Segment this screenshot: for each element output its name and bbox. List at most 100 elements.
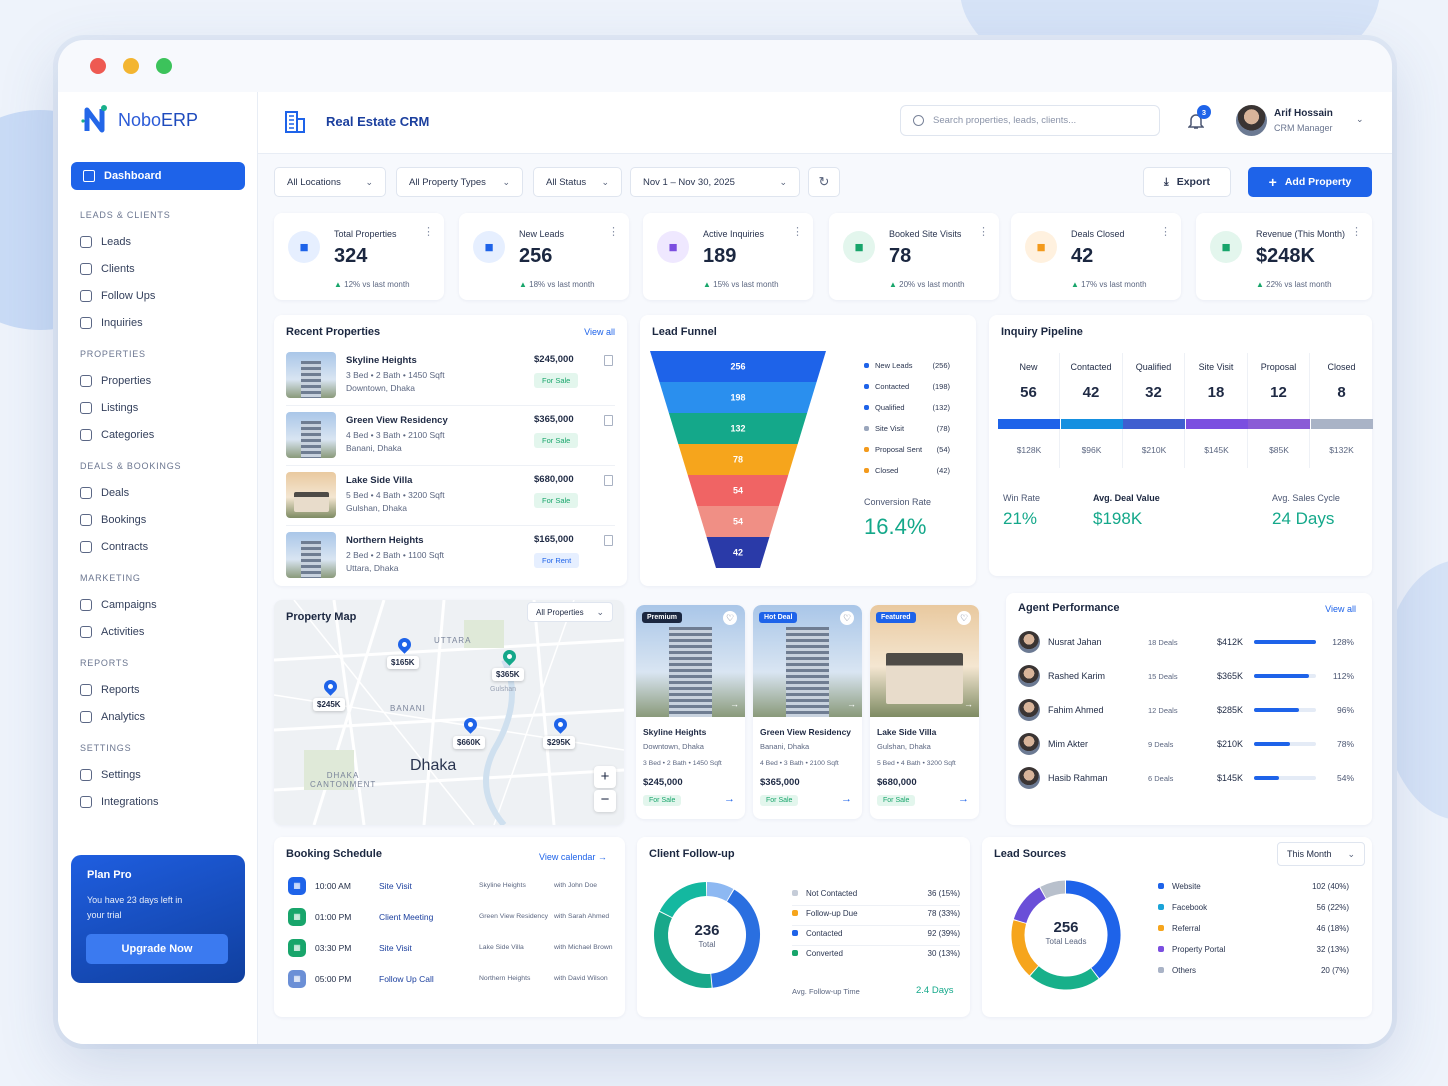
search-input[interactable]: Search properties, leads, clients... bbox=[900, 105, 1160, 136]
sidebar-item-reports[interactable]: Reports bbox=[80, 680, 140, 700]
pipeline-stage[interactable]: Contacted 42 $96K bbox=[1060, 353, 1123, 468]
add-property-button[interactable]: + Add Property bbox=[1248, 167, 1372, 197]
pipeline-stage[interactable]: New 56 $128K bbox=[998, 353, 1060, 468]
list-item[interactable]: ▦ 10:00 AM Site Visit Skyline Heights wi… bbox=[286, 874, 616, 898]
maximize-dot[interactable] bbox=[156, 58, 172, 74]
location-filter[interactable]: All Locations ⌄ bbox=[274, 167, 386, 197]
table-row[interactable]: Rashed Karim 15 Deals $365K 112% bbox=[1018, 663, 1360, 689]
arrow-right-icon[interactable]: → bbox=[847, 699, 856, 709]
arrow-right-icon[interactable]: → bbox=[730, 699, 739, 709]
bookmark-icon[interactable] bbox=[604, 355, 613, 366]
heart-icon[interactable]: ♡ bbox=[957, 611, 971, 625]
sidebar-item-campaigns[interactable]: Campaigns bbox=[80, 595, 157, 615]
sidebar-item-activities[interactable]: Activities bbox=[80, 622, 144, 642]
sidebar-item-deals[interactable]: Deals bbox=[80, 483, 129, 503]
list-item[interactable]: Green View Residency 4 Bed • 3 Bath • 21… bbox=[286, 412, 615, 466]
user-menu[interactable]: Arif Hossain CRM Manager ⌄ bbox=[1236, 104, 1366, 138]
table-row[interactable]: Nusrat Jahan 18 Deals $412K 128% bbox=[1018, 629, 1360, 655]
featured-property-card[interactable]: Premium ♡ → Skyline Heights Downtown, Dh… bbox=[636, 605, 745, 819]
featured-property-card[interactable]: Featured ♡ → Lake Side Villa Gulshan, Dh… bbox=[870, 605, 979, 819]
sidebar-item-analytics[interactable]: Analytics bbox=[80, 707, 145, 727]
property-name: Skyline Heights bbox=[643, 727, 707, 737]
legend-value: 78 (33%) bbox=[927, 909, 960, 918]
arrow-right-icon[interactable]: → bbox=[724, 793, 735, 805]
list-item[interactable]: ▦ 01:00 PM Client Meeting Green View Res… bbox=[286, 905, 616, 929]
property-type-filter[interactable]: All Property Types ⌄ bbox=[396, 167, 523, 197]
arrow-right-icon[interactable]: → bbox=[841, 793, 852, 805]
refresh-button[interactable]: ↻ bbox=[808, 167, 840, 197]
upgrade-button[interactable]: Upgrade Now bbox=[86, 934, 228, 964]
legend-swatch bbox=[1158, 946, 1164, 952]
list-item[interactable]: Northern Heights 2 Bed • 2 Bath • 1100 S… bbox=[286, 532, 615, 586]
pipeline-stage-name: Site Visit bbox=[1198, 362, 1234, 372]
sidebar-item-properties[interactable]: Properties bbox=[80, 371, 151, 391]
pipeline-stage-name: Closed bbox=[1327, 362, 1356, 372]
clients-icon bbox=[80, 263, 92, 275]
more-options-icon[interactable]: ⋮ bbox=[1351, 225, 1362, 238]
list-item[interactable]: Skyline Heights 3 Bed • 2 Bath • 1450 Sq… bbox=[286, 352, 615, 406]
booking-property: Skyline Heights bbox=[479, 882, 526, 889]
table-row[interactable]: Hasib Rahman 6 Deals $145K 54% bbox=[1018, 765, 1360, 791]
zoom-in-button[interactable]: + bbox=[594, 766, 616, 788]
bookmark-icon[interactable] bbox=[604, 415, 613, 426]
nav-section-title: MARKETING bbox=[80, 573, 141, 583]
pipeline-stage[interactable]: Closed 8 $132K bbox=[1310, 353, 1373, 468]
export-button[interactable]: ⤓ Export bbox=[1143, 167, 1231, 197]
sidebar-item-bookings[interactable]: Bookings bbox=[80, 510, 146, 530]
sidebar-item-contracts[interactable]: Contracts bbox=[80, 537, 148, 557]
bookmark-icon[interactable] bbox=[604, 475, 613, 486]
window-controls bbox=[90, 58, 172, 74]
kpi-card: ■ New Leads 256 ▲ 18% vs last month ⋮ bbox=[459, 213, 629, 300]
map-canvas[interactable] bbox=[274, 600, 624, 825]
period-dropdown[interactable]: This Month ⌄ bbox=[1277, 842, 1365, 866]
sidebar-item-inquiries[interactable]: Inquiries bbox=[80, 313, 143, 333]
arrow-right-icon[interactable]: → bbox=[964, 699, 973, 709]
sidebar-item-dashboard[interactable]: Dashboard bbox=[71, 162, 245, 190]
zoom-out-button[interactable]: − bbox=[594, 790, 616, 812]
pipeline-stage[interactable]: Site Visit 18 $145K bbox=[1185, 353, 1248, 468]
list-item[interactable]: ▦ 05:00 PM Follow Up Call Northern Heigh… bbox=[286, 967, 616, 991]
arrow-right-icon[interactable]: → bbox=[958, 793, 969, 805]
sidebar-item-follow-ups[interactable]: Follow Ups bbox=[80, 286, 155, 306]
table-row[interactable]: Mim Akter 9 Deals $210K 78% bbox=[1018, 731, 1360, 757]
brand-logo[interactable]: NoboERP bbox=[80, 104, 198, 136]
heart-icon[interactable]: ♡ bbox=[723, 611, 737, 625]
pipeline-stage[interactable]: Proposal 12 $85K bbox=[1248, 353, 1310, 468]
date-range-filter[interactable]: Nov 1 – Nov 30, 2025 ⌄ bbox=[630, 167, 800, 197]
featured-property-card[interactable]: Hot Deal ♡ → Green View Residency Banani… bbox=[753, 605, 862, 819]
heart-icon[interactable]: ♡ bbox=[840, 611, 854, 625]
sidebar-item-integrations[interactable]: Integrations bbox=[80, 792, 158, 812]
more-options-icon[interactable]: ⋮ bbox=[608, 225, 619, 238]
more-options-icon[interactable]: ⋮ bbox=[792, 225, 803, 238]
trend-up-icon: ▲ bbox=[1256, 280, 1264, 289]
view-all-link[interactable]: View all bbox=[584, 327, 615, 337]
sidebar-item-label: Listings bbox=[101, 402, 139, 414]
more-options-icon[interactable]: ⋮ bbox=[423, 225, 434, 238]
map-filter-dropdown[interactable]: All Properties ⌄ bbox=[527, 602, 613, 622]
list-item[interactable]: Lake Side Villa 5 Bed • 4 Bath • 3200 Sq… bbox=[286, 472, 615, 526]
property-location: Gulshan, Dhaka bbox=[877, 742, 931, 751]
funnel-stage-value: 54 bbox=[733, 517, 743, 527]
notifications-button[interactable]: 3 bbox=[1187, 105, 1211, 132]
more-options-icon[interactable]: ⋮ bbox=[978, 225, 989, 238]
sidebar-item-settings[interactable]: Settings bbox=[80, 765, 141, 785]
agent-deals: 18 Deals bbox=[1148, 638, 1178, 647]
close-dot[interactable] bbox=[90, 58, 106, 74]
agent-performance-card: Agent Performance View all Nusrat Jahan … bbox=[1006, 593, 1372, 825]
kpi-change: ▲ 22% vs last month bbox=[1256, 280, 1332, 289]
view-all-link[interactable]: View all bbox=[1325, 604, 1356, 614]
view-calendar-link[interactable]: View calendar → bbox=[539, 852, 607, 862]
avg-follow-up-label: Avg. Follow-up Time bbox=[792, 987, 860, 996]
list-item[interactable]: ▦ 03:30 PM Site Visit Lake Side Villa wi… bbox=[286, 936, 616, 960]
sidebar-item-clients[interactable]: Clients bbox=[80, 259, 135, 279]
table-row[interactable]: Fahim Ahmed 12 Deals $285K 96% bbox=[1018, 697, 1360, 723]
sidebar-item-leads[interactable]: Leads bbox=[80, 232, 131, 252]
more-options-icon[interactable]: ⋮ bbox=[1160, 225, 1171, 238]
pipeline-stage[interactable]: Qualified 32 $210K bbox=[1123, 353, 1185, 468]
status-filter[interactable]: All Status ⌄ bbox=[533, 167, 622, 197]
bookmark-icon[interactable] bbox=[604, 535, 613, 546]
minimize-dot[interactable] bbox=[123, 58, 139, 74]
funnel-legend-value: (78) bbox=[936, 424, 950, 433]
sidebar-item-categories[interactable]: Categories bbox=[80, 425, 154, 445]
sidebar-item-listings[interactable]: Listings bbox=[80, 398, 138, 418]
